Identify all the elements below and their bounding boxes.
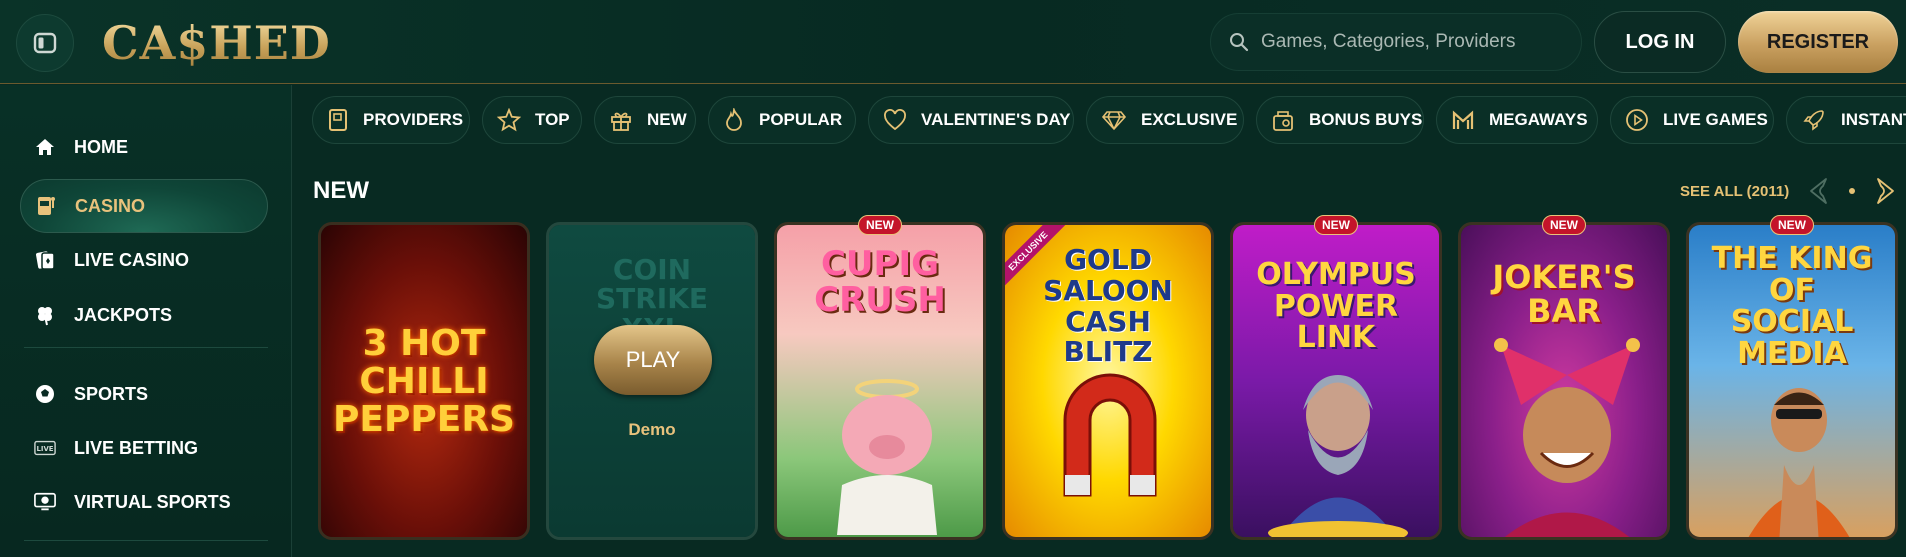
soccer-ball-icon	[34, 383, 56, 405]
category-top[interactable]: TOP	[482, 96, 582, 144]
register-button[interactable]: REGISTER	[1738, 11, 1898, 73]
sidebar-divider	[24, 347, 268, 348]
demo-link[interactable]: Demo	[549, 420, 755, 440]
play-button[interactable]: PLAY	[594, 325, 712, 395]
category-label: PROVIDERS	[363, 110, 464, 129]
carousel-nav	[1810, 178, 1894, 204]
sidebar-item-live-casino[interactable]: LIVE CASINO	[20, 233, 268, 287]
category-label: EXCLUSIVE	[1141, 110, 1238, 129]
sidebar-item-label: SPORTS	[74, 383, 149, 404]
category-live-games[interactable]: LIVE GAMES	[1610, 96, 1774, 144]
login-button[interactable]: LOG IN	[1594, 11, 1726, 73]
category-instant[interactable]: INSTANT	[1786, 96, 1906, 144]
section-title: NEW	[313, 177, 369, 204]
sidebar-divider	[24, 540, 268, 541]
category-bar: PROVIDERS TOP NEW POPULAR VALENTINE'S DA…	[312, 96, 1906, 144]
sidebar-item-label: HOME	[74, 136, 128, 157]
sidebar-item-label: LIVE CASINO	[74, 249, 190, 270]
sidebar-toggle-button[interactable]	[16, 14, 74, 72]
king-character-image	[1748, 388, 1850, 537]
sidebar-item-label: CASINO	[75, 195, 146, 216]
category-exclusive[interactable]: EXCLUSIVE	[1086, 96, 1244, 144]
flame-icon	[723, 107, 745, 133]
bonus-icon	[1271, 107, 1295, 133]
category-label: POPULAR	[759, 110, 843, 129]
star-icon	[497, 107, 521, 133]
game-card[interactable]: 3 HOT CHILLI PEPPERS	[318, 222, 530, 540]
category-label: NEW	[647, 110, 687, 129]
new-badge: NEW	[1770, 215, 1814, 235]
search-icon	[1230, 33, 1249, 52]
category-providers[interactable]: PROVIDERS	[312, 96, 470, 144]
sidebar-item-jackpots[interactable]: JACKPOTS	[20, 288, 268, 342]
game-card[interactable]: JOKER'S BAR	[1458, 222, 1670, 540]
category-bonus-buys[interactable]: BONUS BUYS	[1256, 96, 1424, 144]
game-title: JOKER'S BAR	[1492, 258, 1636, 330]
sidebar-toggle-icon	[33, 32, 57, 54]
category-label: INSTANT	[1841, 110, 1906, 129]
game-card[interactable]: CUPIG CRUSH	[774, 222, 986, 540]
svg-text:LIVE: LIVE	[37, 445, 54, 453]
sidebar-item-virtual-sports[interactable]: VIRTUAL SPORTS	[20, 475, 268, 529]
sidebar-item-label: JACKPOTS	[74, 304, 173, 325]
category-label: TOP	[535, 110, 570, 129]
carousel-next-button[interactable]	[1877, 178, 1894, 204]
category-megaways[interactable]: MEGAWAYS	[1436, 96, 1598, 144]
game-title: CUPIG CRUSH	[814, 244, 946, 320]
category-label: MEGAWAYS	[1489, 110, 1588, 129]
chevron-left-icon	[1810, 178, 1827, 204]
magnet-image	[1063, 373, 1157, 497]
category-popular[interactable]: POPULAR	[708, 96, 856, 144]
book-icon	[327, 107, 349, 133]
game-card[interactable]: COIN STRIKE XXL PLAY Demo	[546, 222, 758, 540]
sidebar-item-label: VIRTUAL SPORTS	[74, 491, 231, 512]
top-header: CA$HED LOG IN REGISTER	[0, 0, 1906, 84]
live-icon: LIVE	[34, 437, 56, 459]
play-circle-icon	[1625, 107, 1649, 133]
sidebar-item-home[interactable]: HOME	[20, 120, 268, 174]
search-input[interactable]	[1261, 31, 1561, 53]
gift-icon	[609, 107, 633, 133]
carousel-prev-button[interactable]	[1810, 178, 1827, 204]
clover-icon	[34, 304, 56, 326]
home-icon	[34, 136, 56, 158]
game-title: THE KING OF SOCIAL MEDIA	[1711, 241, 1873, 371]
category-valentines-day[interactable]: VALENTINE'S DAY	[868, 96, 1074, 144]
see-all-link[interactable]: SEE ALL (2011)	[1680, 183, 1789, 200]
category-label: LIVE GAMES	[1663, 110, 1768, 129]
new-badge: NEW	[1542, 215, 1586, 235]
megaways-icon	[1451, 107, 1475, 133]
sidebar-item-sports[interactable]: SPORTS	[20, 367, 268, 421]
new-badge: NEW	[858, 215, 902, 235]
cards-icon	[34, 249, 56, 271]
sidebar-item-label: LIVE BETTING	[74, 437, 199, 458]
game-title: GOLD SALOON CASH BLITZ	[1043, 243, 1173, 369]
game-title: 3 HOT CHILLI PEPPERS	[333, 323, 515, 440]
chevron-right-icon	[1877, 178, 1894, 204]
game-card[interactable]: OLYMPUS POWER LINK	[1230, 222, 1442, 540]
game-title: OLYMPUS POWER LINK	[1256, 257, 1416, 355]
slot-machine-icon	[35, 195, 57, 217]
site-logo[interactable]: CA$HED	[102, 16, 331, 70]
category-label: VALENTINE'S DAY	[921, 110, 1071, 129]
category-label: BONUS BUYS	[1309, 110, 1423, 129]
heart-icon	[883, 107, 907, 133]
game-card[interactable]: EXCLUSIVE GOLD SALOON CASH BLITZ	[1002, 222, 1214, 540]
pig-character-image	[837, 379, 937, 535]
carousel-dot	[1849, 188, 1855, 194]
category-new[interactable]: NEW	[594, 96, 696, 144]
virtual-sports-icon	[34, 491, 56, 513]
search-box[interactable]	[1210, 13, 1582, 71]
joker-character-image	[1494, 338, 1640, 537]
sidebar-item-casino[interactable]: CASINO	[20, 179, 268, 233]
sidebar: HOME CASINO LIVE CASINO JACKPOTS SPORTS …	[0, 85, 292, 557]
diamond-icon	[1101, 107, 1127, 133]
new-badge: NEW	[1314, 215, 1358, 235]
rocket-icon	[1801, 107, 1827, 133]
zeus-character-image	[1268, 375, 1408, 537]
game-card[interactable]: THE KING OF SOCIAL MEDIA	[1686, 222, 1898, 540]
sidebar-item-live-betting[interactable]: LIVE LIVE BETTING	[20, 421, 268, 475]
